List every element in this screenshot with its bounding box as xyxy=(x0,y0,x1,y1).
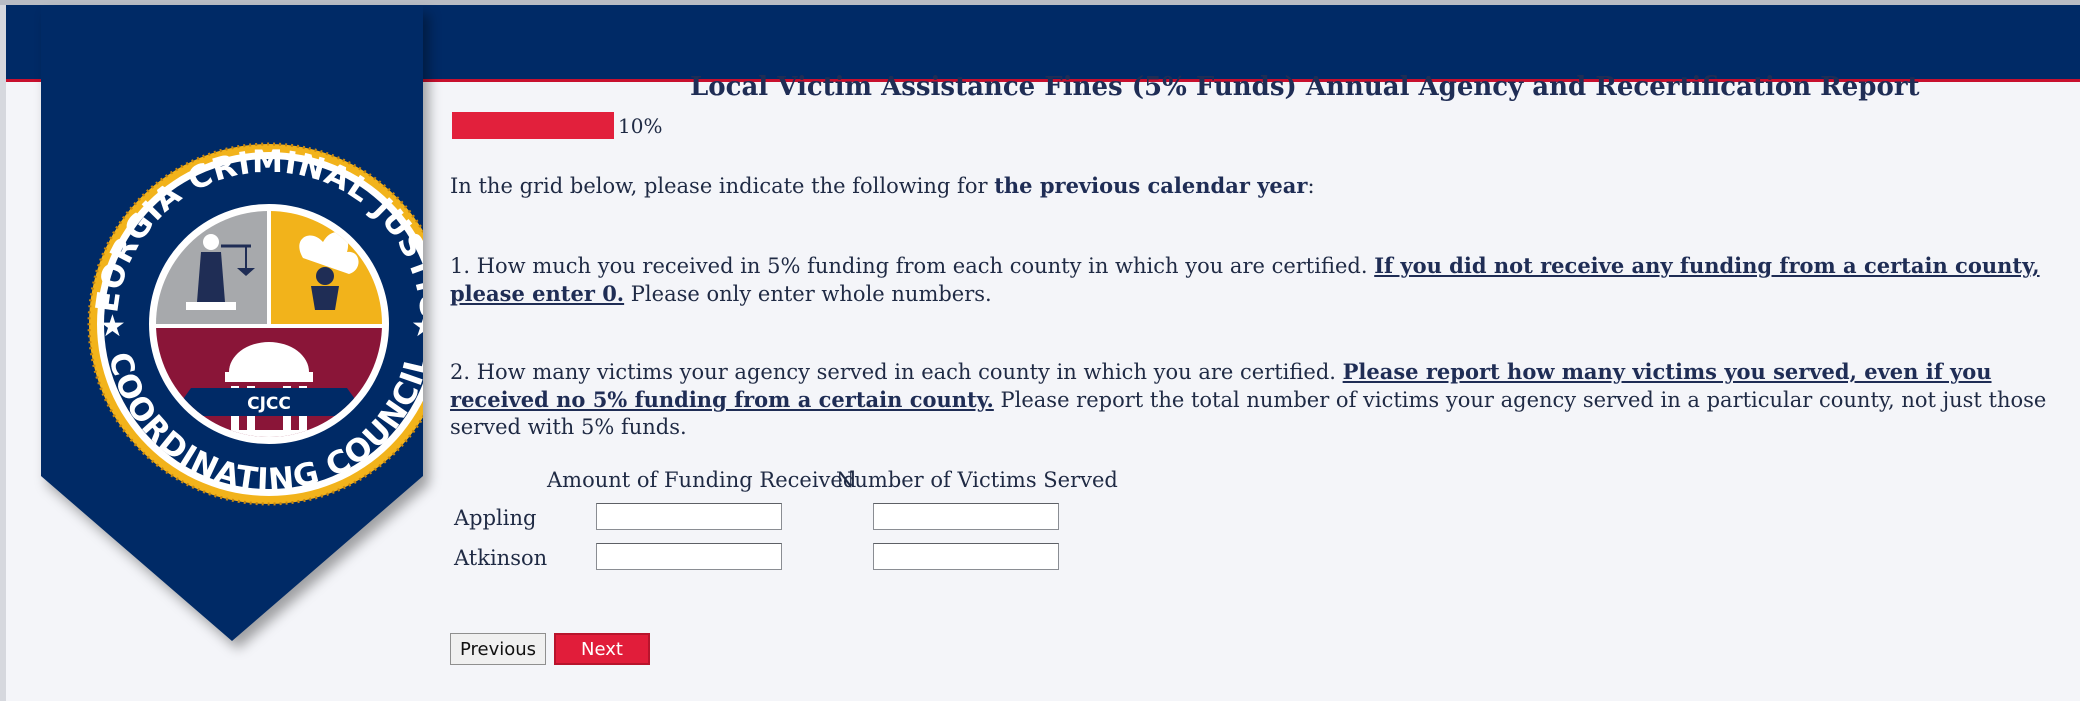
question-2-instructions: 2. How many victims your agency served i… xyxy=(450,359,2047,439)
county-label-atkinson: Atkinson xyxy=(454,546,548,570)
atkinson-victims-input[interactable] xyxy=(873,543,1059,570)
progress-bar xyxy=(452,112,614,139)
previous-button[interactable]: Previous xyxy=(450,633,546,665)
grid-header-victims: Number of Victims Served xyxy=(836,468,1118,492)
appling-victims-input[interactable] xyxy=(873,503,1059,530)
report-title: Local Victim Assistance Fines (5% Funds)… xyxy=(690,72,1920,102)
svg-text:★: ★ xyxy=(99,309,126,344)
appling-funding-input[interactable] xyxy=(596,503,782,530)
question-1-instructions: 1. How much you received in 5% funding f… xyxy=(450,253,2040,306)
svg-text:★: ★ xyxy=(411,309,423,344)
next-button[interactable]: Next xyxy=(554,633,650,665)
county-label-appling: Appling xyxy=(454,506,537,530)
progress-percent-label: 10% xyxy=(618,114,663,138)
grid-header-funding: Amount of Funding Received xyxy=(547,468,857,492)
progress-bar-fill xyxy=(452,112,614,139)
svg-text:CJCC: CJCC xyxy=(247,394,291,414)
cjcc-seal-pennant: GEORGIA CRIMINAL JUSTICE COORDINATING CO… xyxy=(41,6,423,641)
intro-instructions: In the grid below, please indicate the f… xyxy=(450,173,1315,198)
cjcc-seal-logo: GEORGIA CRIMINAL JUSTICE COORDINATING CO… xyxy=(41,6,423,641)
atkinson-funding-input[interactable] xyxy=(596,543,782,570)
